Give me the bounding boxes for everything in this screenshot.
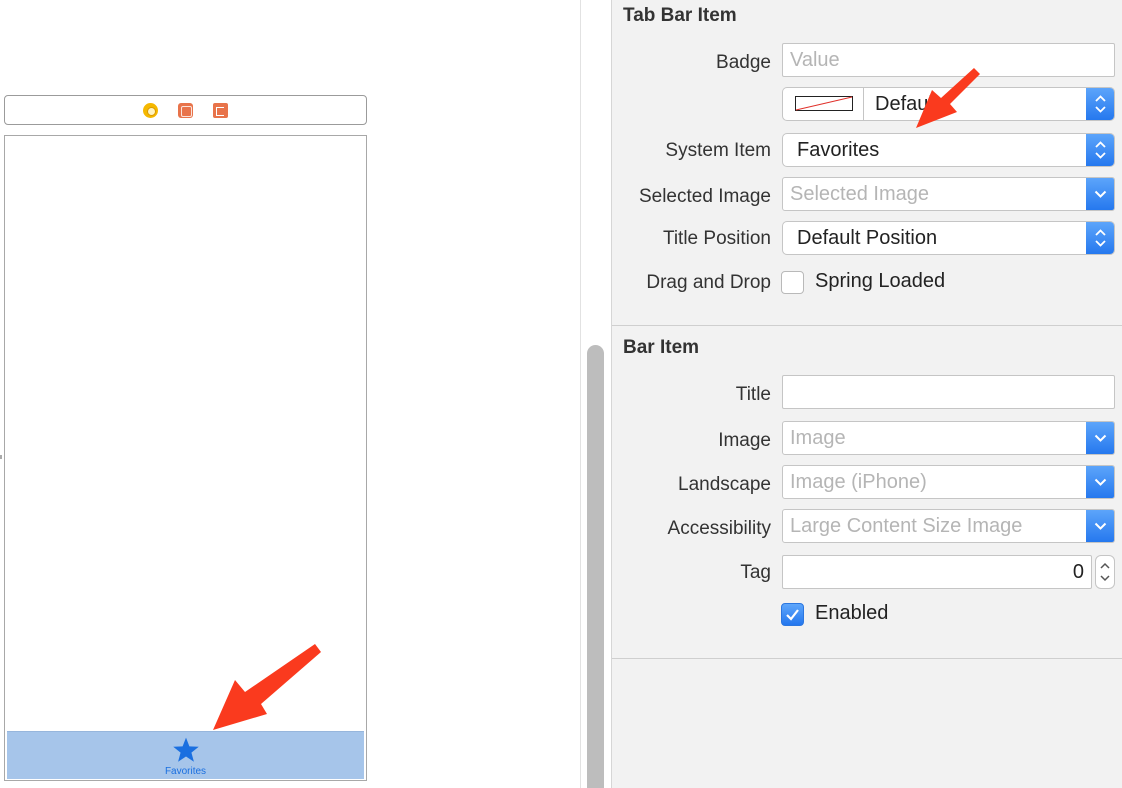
checkmark-icon bbox=[786, 609, 799, 621]
first-responder-icon[interactable] bbox=[178, 102, 193, 118]
accessibility-combo[interactable]: Large Content Size Image bbox=[782, 509, 1115, 543]
badge-color-updown-icon[interactable] bbox=[1086, 88, 1114, 120]
exit-icon[interactable] bbox=[213, 102, 228, 118]
scene-dock bbox=[4, 95, 367, 125]
tab-bar-item-section-title: Tab Bar Item bbox=[623, 5, 737, 26]
badge-label: Badge bbox=[716, 52, 771, 73]
image-dropdown-icon[interactable] bbox=[1086, 422, 1114, 454]
enabled-label: Enabled bbox=[815, 602, 889, 624]
image-label: Image bbox=[718, 430, 771, 451]
badge-color-popup[interactable]: Default bbox=[863, 87, 1115, 121]
spring-loaded-checkbox[interactable] bbox=[781, 271, 804, 294]
badge-value-field[interactable]: Value bbox=[782, 43, 1115, 77]
selected-image-placeholder: Selected Image bbox=[790, 183, 929, 205]
image-combo[interactable]: Image bbox=[782, 421, 1115, 455]
section-divider bbox=[612, 325, 1122, 326]
landscape-label: Landscape bbox=[678, 474, 771, 495]
image-placeholder: Image bbox=[790, 427, 846, 449]
tag-label: Tag bbox=[740, 562, 771, 583]
badge-placeholder: Value bbox=[790, 49, 840, 71]
badge-color-swatch[interactable] bbox=[782, 87, 864, 121]
system-item-value: Favorites bbox=[797, 139, 880, 161]
title-label: Title bbox=[735, 384, 771, 405]
no-color-swatch-icon bbox=[795, 96, 853, 111]
title-field[interactable] bbox=[782, 375, 1115, 409]
storyboard-canvas: Favorites bbox=[0, 0, 580, 788]
system-item-popup[interactable]: Favorites bbox=[782, 133, 1115, 167]
accessibility-placeholder: Large Content Size Image bbox=[790, 515, 1023, 537]
tag-field[interactable]: 0 bbox=[782, 555, 1092, 589]
view-controller-scene[interactable]: Favorites bbox=[4, 135, 367, 781]
landscape-combo[interactable]: Image (iPhone) bbox=[782, 465, 1115, 499]
tab-bar[interactable]: Favorites bbox=[7, 731, 364, 779]
scrollbar-thumb[interactable] bbox=[587, 345, 604, 788]
title-position-popup[interactable]: Default Position bbox=[782, 221, 1115, 255]
view-controller-icon[interactable] bbox=[143, 102, 158, 118]
canvas-edge-marker bbox=[0, 455, 2, 459]
attributes-inspector: Tab Bar Item Badge Value Default System … bbox=[611, 0, 1122, 788]
tag-stepper[interactable] bbox=[1095, 555, 1115, 589]
landscape-dropdown-icon[interactable] bbox=[1086, 466, 1114, 498]
selected-image-dropdown-icon[interactable] bbox=[1086, 178, 1114, 210]
section-divider bbox=[612, 658, 1122, 659]
accessibility-dropdown-icon[interactable] bbox=[1086, 510, 1114, 542]
badge-color-value: Default bbox=[875, 93, 939, 115]
system-item-updown-icon[interactable] bbox=[1086, 134, 1114, 166]
accessibility-label: Accessibility bbox=[667, 518, 771, 539]
title-position-label: Title Position bbox=[662, 228, 771, 249]
star-icon bbox=[173, 737, 199, 762]
stepper-arrows-icon bbox=[1100, 562, 1110, 582]
drag-and-drop-label: Drag and Drop bbox=[646, 272, 771, 293]
tab-bar-item-title: Favorites bbox=[164, 766, 207, 777]
title-position-updown-icon[interactable] bbox=[1086, 222, 1114, 254]
bar-item-section-title: Bar Item bbox=[623, 337, 700, 358]
landscape-placeholder: Image (iPhone) bbox=[790, 471, 927, 493]
title-position-value: Default Position bbox=[797, 227, 938, 249]
selected-image-combo[interactable]: Selected Image bbox=[782, 177, 1115, 211]
selected-image-label: Selected Image bbox=[638, 186, 771, 207]
system-item-label: System Item bbox=[665, 140, 771, 161]
spring-loaded-label: Spring Loaded bbox=[815, 270, 946, 292]
enabled-checkbox[interactable] bbox=[781, 603, 804, 626]
